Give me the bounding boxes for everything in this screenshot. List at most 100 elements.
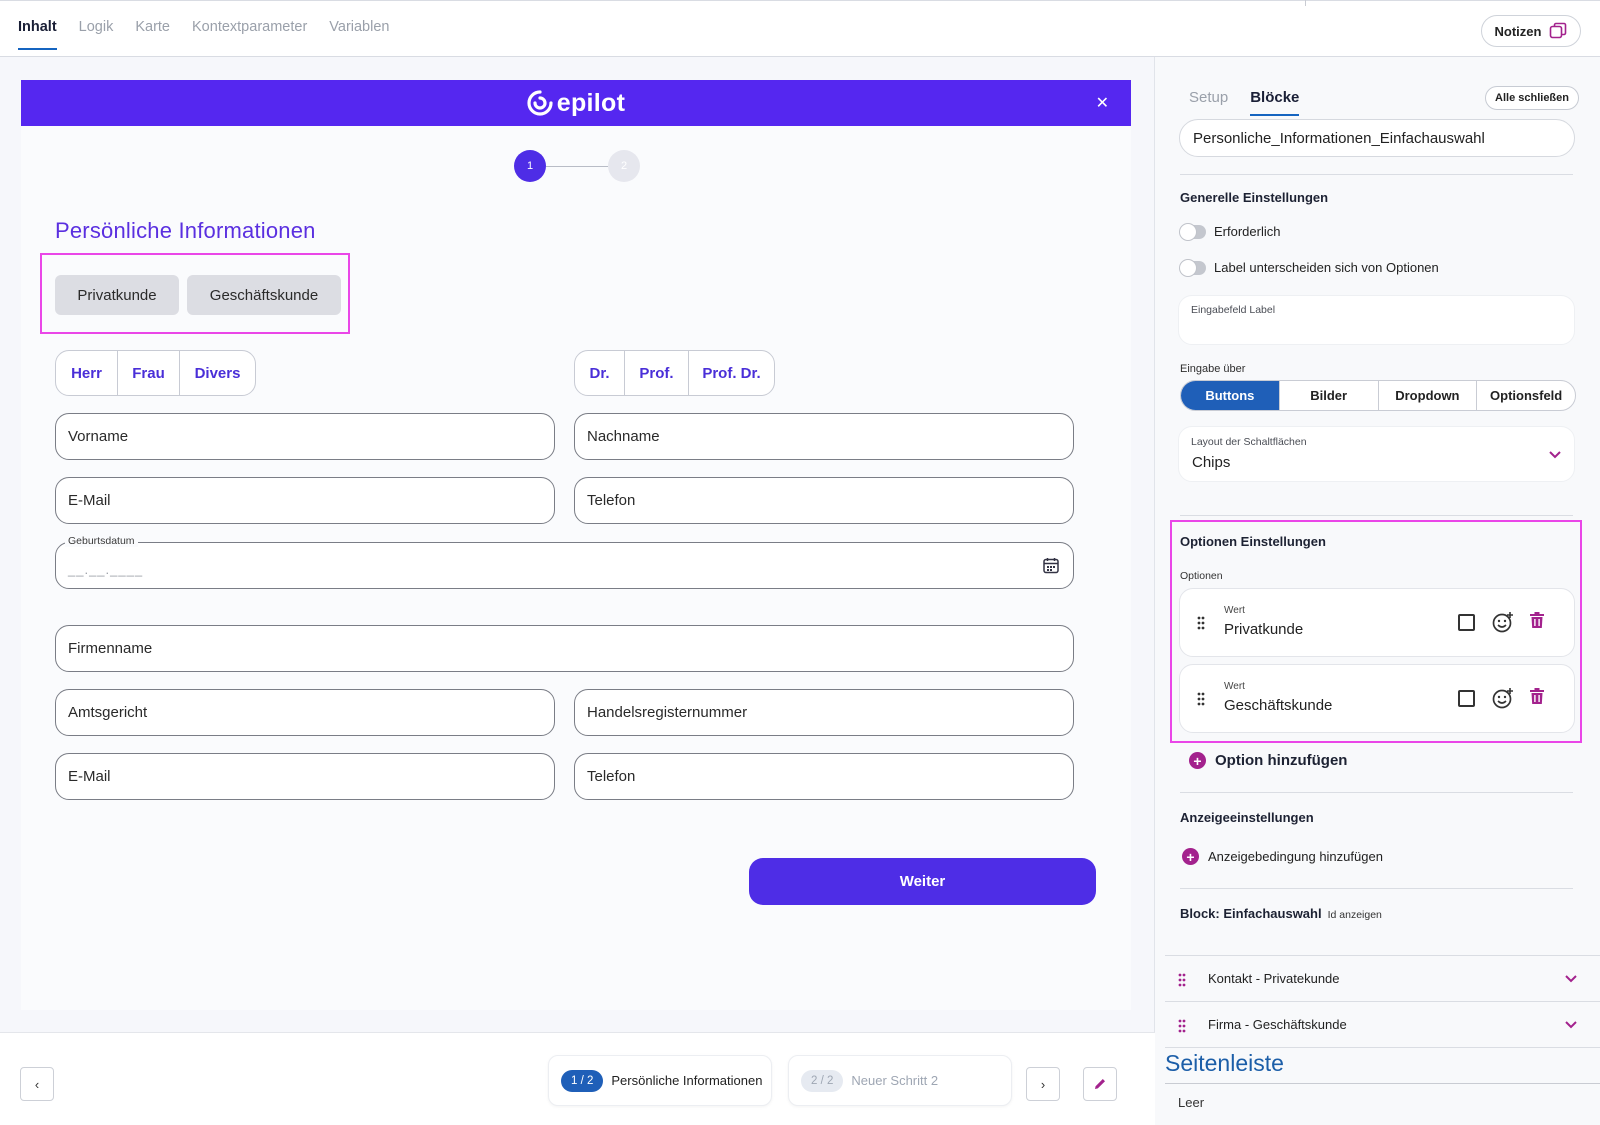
accordion-kontakt[interactable]: Kontakt - Privatekunde <box>1165 955 1600 1001</box>
input-via-optionsfeld[interactable]: Optionsfeld <box>1477 381 1575 410</box>
tab-bloecke[interactable]: Blöcke <box>1250 89 1300 116</box>
add-emoji-icon[interactable] <box>1492 611 1514 633</box>
step-card-1[interactable]: 1 / 2 Persönliche Informationen <box>548 1055 772 1106</box>
title-prof-dr[interactable]: Prof. Dr. <box>689 351 774 395</box>
divider <box>1165 1047 1600 1048</box>
first-name-field[interactable]: Vorname <box>55 413 555 460</box>
step-1-badge: 1 / 2 <box>561 1069 604 1092</box>
calendar-icon[interactable] <box>1043 557 1059 574</box>
email-field-2[interactable]: E-Mail <box>55 753 555 800</box>
input-via-label: Eingabe über <box>1180 363 1246 375</box>
input-via-bilder[interactable]: Bilder <box>1280 381 1379 410</box>
step-card-2[interactable]: 2 / 2 Neuer Schritt 2 <box>788 1055 1012 1106</box>
add-option-button[interactable]: + Option hinzufügen <box>1189 752 1347 769</box>
divider <box>1180 515 1573 516</box>
tab-logik[interactable]: Logik <box>79 19 114 50</box>
accordion-firma[interactable]: Firma - Geschäftskunde <box>1165 1001 1600 1047</box>
tab-variablen[interactable]: Variablen <box>329 19 389 50</box>
notes-icon <box>1550 22 1567 39</box>
block-name-input[interactable]: Personliche_Informationen_Einfachauswahl <box>1179 119 1575 157</box>
label-diff-toggle[interactable] <box>1179 258 1206 277</box>
salutation-divers[interactable]: Divers <box>180 351 255 395</box>
register-number-field[interactable]: Handelsregisternummer <box>574 689 1074 736</box>
drag-handle-icon[interactable] <box>1197 692 1205 706</box>
chip-privatkunde[interactable]: Privatkunde <box>55 275 179 315</box>
step-dot-1[interactable]: 1 <box>514 150 546 182</box>
salutation-frau[interactable]: Frau <box>118 351 180 395</box>
step-2-label: Neuer Schritt 2 <box>851 1073 939 1088</box>
drag-handle-icon[interactable] <box>1197 616 1205 630</box>
title-dr[interactable]: Dr. <box>575 351 625 395</box>
step-2-badge: 2 / 2 <box>801 1069 844 1092</box>
option-value-label: Wert <box>1224 681 1245 692</box>
option-card-1: Wert Privatkunde <box>1179 588 1575 657</box>
chip-geschaeftskunde[interactable]: Geschäftskunde <box>187 275 341 315</box>
step-1-label: Persönliche Informationen <box>611 1073 763 1088</box>
phone-field[interactable]: Telefon <box>574 477 1074 524</box>
display-settings-title: Anzeigeeinstellungen <box>1180 810 1314 825</box>
salutation-herr[interactable]: Herr <box>56 351 118 395</box>
delete-icon[interactable] <box>1530 612 1544 629</box>
step-navigation-bar: ‹ 1 / 2 Persönliche Informationen 2 / 2 … <box>0 1032 1155 1125</box>
email-field[interactable]: E-Mail <box>55 477 555 524</box>
salutation-selector: Herr Frau Divers <box>55 350 256 396</box>
phone-field-2[interactable]: Telefon <box>574 753 1074 800</box>
title-prof[interactable]: Prof. <box>625 351 689 395</box>
input-label-field[interactable]: Eingabefeld Label <box>1178 295 1575 345</box>
drag-handle-icon[interactable] <box>1178 1019 1186 1033</box>
epilot-logo: epilot <box>527 89 625 118</box>
tab-karte[interactable]: Karte <box>135 19 170 50</box>
tab-inhalt[interactable]: Inhalt <box>18 19 57 50</box>
drag-handle-icon[interactable] <box>1178 973 1186 987</box>
birthdate-placeholder: __.__.____ <box>68 562 144 577</box>
accordion-label: Firma - Geschäftskunde <box>1208 1017 1347 1032</box>
birthdate-field[interactable]: Geburtsdatum __.__.____ <box>55 535 1074 589</box>
button-layout-value: Chips <box>1192 454 1231 471</box>
notes-button-label: Notizen <box>1494 23 1542 39</box>
show-id-link[interactable]: Id anzeigen <box>1328 909 1382 921</box>
option-checkbox[interactable] <box>1458 690 1475 707</box>
notes-button[interactable]: Notizen <box>1481 15 1581 47</box>
company-name-field[interactable]: Firmenname <box>55 625 1074 672</box>
form-frame: epilot ✕ 1 2 Persönliche Informationen P… <box>21 80 1131 1010</box>
step-indicator: 1 2 <box>514 150 640 182</box>
brand-name: epilot <box>556 88 626 117</box>
option-value-label: Wert <box>1224 605 1245 616</box>
required-toggle-row: Erforderlich <box>1179 222 1280 241</box>
block-type-label: Block: Einfachauswahl <box>1180 906 1322 921</box>
prev-step-button[interactable]: ‹ <box>20 1067 54 1101</box>
close-icon[interactable]: ✕ <box>1096 93 1109 113</box>
option-value[interactable]: Geschäftskunde <box>1224 697 1332 714</box>
top-tabs: Inhalt Logik Karte Kontextparameter Vari… <box>18 19 389 50</box>
required-toggle[interactable] <box>1179 222 1206 241</box>
divider <box>1180 792 1573 793</box>
input-via-selector: Buttons Bilder Dropdown Optionsfeld <box>1180 380 1576 411</box>
sidebar-empty-text: Leer <box>1178 1095 1205 1110</box>
edit-step-button[interactable] <box>1083 1067 1117 1101</box>
option-value[interactable]: Privatkunde <box>1224 621 1303 638</box>
chevron-right-icon: › <box>1040 1076 1046 1092</box>
next-button[interactable]: Weiter <box>749 858 1096 905</box>
next-step-button[interactable]: › <box>1026 1067 1060 1101</box>
divider <box>1180 888 1573 889</box>
court-field[interactable]: Amtsgericht <box>55 689 555 736</box>
input-via-buttons[interactable]: Buttons <box>1181 381 1280 410</box>
label-diff-toggle-label: Label unterscheiden sich von Optionen <box>1214 260 1439 275</box>
close-all-button[interactable]: Alle schließen <box>1485 86 1579 110</box>
tab-kontextparameter[interactable]: Kontextparameter <box>192 19 307 50</box>
button-layout-select[interactable]: Layout der Schaltflächen Chips <box>1178 426 1575 482</box>
general-settings-title: Generelle Einstellungen <box>1180 190 1329 205</box>
last-name-field[interactable]: Nachname <box>574 413 1074 460</box>
form-title: Persönliche Informationen <box>55 218 316 243</box>
option-checkbox[interactable] <box>1458 614 1475 631</box>
delete-icon[interactable] <box>1530 688 1544 705</box>
tab-setup[interactable]: Setup <box>1189 89 1228 116</box>
step-dot-2[interactable]: 2 <box>608 150 640 182</box>
input-via-dropdown[interactable]: Dropdown <box>1379 381 1478 410</box>
add-condition-button[interactable]: + Anzeigebedingung hinzufügen <box>1182 848 1383 865</box>
sidebar-title: Seitenleiste <box>1165 1050 1284 1076</box>
plus-circle-icon: + <box>1189 752 1206 769</box>
label-diff-toggle-row: Label unterscheiden sich von Optionen <box>1179 258 1439 277</box>
add-option-label: Option hinzufügen <box>1215 752 1348 769</box>
add-emoji-icon[interactable] <box>1492 687 1514 709</box>
